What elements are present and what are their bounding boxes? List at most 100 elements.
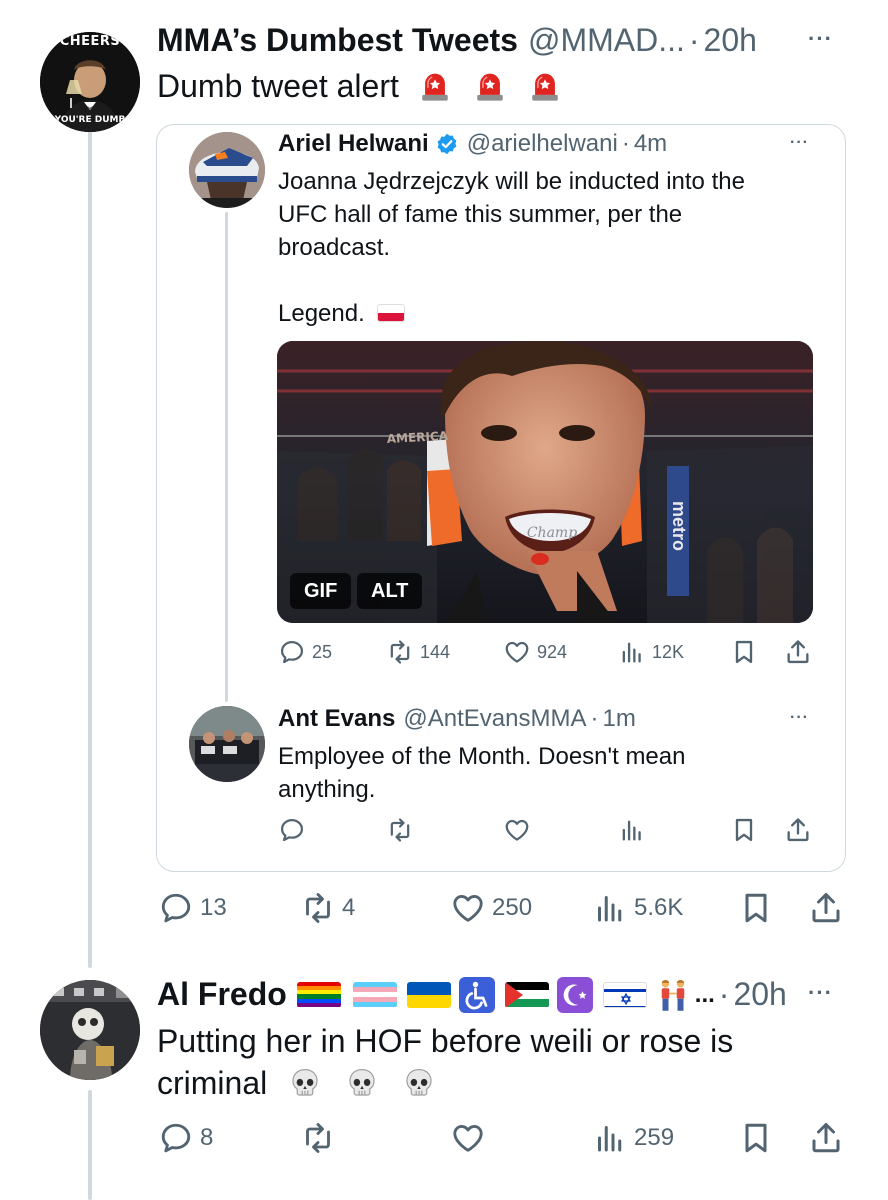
avatar-al-fredo[interactable]: [40, 980, 140, 1080]
view-count: 12K: [652, 641, 685, 662]
view-count: 5.6K: [634, 894, 684, 921]
quoted-share-button[interactable]: [784, 638, 812, 666]
reply-post-header: Al Fredo ... · 20h: [157, 976, 787, 1013]
reply-display-name[interactable]: Al Fredo: [157, 976, 287, 1013]
repost-icon: [386, 816, 414, 844]
quoted-reply-text: Employee of the Month. Doesn't mean anyt…: [278, 740, 685, 806]
separator-dot: ·: [688, 22, 700, 58]
like-icon: [450, 890, 486, 926]
avatar-top-caption: CHEERS: [59, 34, 121, 49]
siren-icon: [418, 68, 452, 102]
rainbow-flag-icon: [296, 981, 341, 1008]
quoted-reply-button[interactable]: 25: [278, 638, 332, 666]
reply-time[interactable]: 20h: [733, 976, 786, 1013]
views-icon: [592, 890, 628, 926]
main-reply-button[interactable]: 13: [158, 890, 227, 926]
quoted-reply-views-button[interactable]: [618, 816, 646, 844]
main-repost-button[interactable]: 4: [300, 890, 355, 926]
alt-text-button[interactable]: ALT: [357, 573, 423, 609]
quoted-reply-text-line: Employee of the Month. Doesn't mean: [278, 743, 686, 770]
avatar-ariel-helwani[interactable]: [189, 132, 265, 208]
quoted-display-name[interactable]: Ariel Helwani: [278, 130, 429, 158]
main-more-icon[interactable]: ···: [808, 26, 833, 52]
reply-share-button[interactable]: [808, 1120, 844, 1156]
main-post-text: Dumb tweet alert: [157, 66, 562, 106]
bookmark-icon: [730, 816, 758, 844]
main-time[interactable]: 20h: [704, 22, 757, 59]
main-post-text-content: Dumb tweet alert: [157, 68, 399, 104]
reply-more-icon[interactable]: ···: [808, 980, 833, 1006]
quoted-reply-more-icon[interactable]: ···: [790, 709, 809, 727]
avatar-mma-dumbest-tweets[interactable]: CHEERS YOU'RE DUMB: [40, 32, 140, 132]
reply-count: 13: [200, 894, 227, 921]
quoted-time[interactable]: 4m: [634, 130, 667, 158]
israel-flag-icon: [602, 981, 647, 1008]
quoted-reply-share-button[interactable]: [784, 816, 812, 844]
avatar-image: [189, 132, 265, 208]
main-handle[interactable]: @MMAD...: [528, 22, 685, 59]
reply-icon: [158, 1120, 194, 1156]
skull-icon: [402, 1066, 436, 1100]
main-share-button[interactable]: [808, 890, 844, 926]
thread-line-reply: [88, 1090, 92, 1200]
reply-icon: [278, 638, 306, 666]
main-display-name[interactable]: MMA’s Dumbest Tweets: [157, 22, 518, 59]
transgender-flag-icon: [352, 981, 397, 1008]
quoted-reply-display-name[interactable]: Ant Evans: [278, 705, 395, 733]
main-like-button[interactable]: 250: [450, 890, 532, 926]
quoted-handle[interactable]: @arielhelwani: [467, 130, 618, 158]
mouthguard-text: Champ: [527, 525, 577, 541]
bookmark-icon: [730, 638, 758, 666]
quoted-bookmark-button[interactable]: [730, 638, 758, 666]
share-icon: [808, 1120, 844, 1156]
arena-sign-right: metro: [669, 501, 689, 551]
bookmark-icon: [738, 890, 774, 926]
reply-text-line: criminal: [157, 1065, 268, 1101]
quoted-text-line: Legend.: [278, 300, 365, 327]
quoted-reply-bookmark-button[interactable]: [730, 816, 758, 844]
reply-views-button[interactable]: 259: [592, 1120, 674, 1156]
repost-count: 144: [420, 641, 451, 662]
repost-icon: [300, 890, 336, 926]
palestine-triangle: [504, 981, 523, 1008]
star-and-crescent-icon: [556, 976, 593, 1013]
quoted-reply-reply-button[interactable]: [278, 816, 306, 844]
reply-repost-button[interactable]: [300, 1120, 336, 1156]
avatar-bottom-caption: YOU'RE DUMB: [54, 115, 126, 125]
quoted-reply-header: Ant Evans @AntEvansMMA · 1m: [278, 705, 636, 733]
thread-line-main: [88, 126, 92, 968]
verified-badge-icon[interactable]: [435, 132, 459, 156]
israel-flag-glyph: [603, 988, 646, 1007]
two-men-glyph: [661, 979, 685, 1011]
like-count: 250: [492, 894, 533, 921]
main-bookmark-button[interactable]: [738, 890, 774, 926]
like-icon: [503, 638, 531, 666]
share-icon: [784, 638, 812, 666]
main-views-button[interactable]: 5.6K: [592, 890, 683, 926]
quoted-reply-repost-button[interactable]: [386, 816, 414, 844]
main-post-header: MMA’s Dumbest Tweets @MMAD... · 20h: [157, 22, 757, 59]
quoted-like-button[interactable]: 924: [503, 638, 567, 666]
quoted-reply-handle[interactable]: @AntEvansMMA: [403, 705, 586, 733]
quoted-repost-button[interactable]: 144: [386, 638, 450, 666]
reply-like-button[interactable]: [450, 1120, 486, 1156]
skull-icon: [288, 1066, 322, 1100]
reply-bookmark-button[interactable]: [738, 1120, 774, 1156]
siren-icon: [473, 68, 507, 102]
separator-dot: ·: [718, 976, 730, 1012]
star-crescent-glyph: [563, 984, 587, 1005]
bookmark-icon: [738, 1120, 774, 1156]
quoted-text-line: UFC hall of fame this summer, per the: [278, 201, 683, 228]
avatar-image: [189, 706, 265, 782]
avatar-image: [40, 980, 140, 1080]
quoted-more-icon[interactable]: ···: [790, 134, 809, 152]
quoted-reply-like-button[interactable]: [503, 816, 531, 844]
quoted-views-button[interactable]: 12K: [618, 638, 684, 666]
repost-count: 4: [342, 894, 356, 921]
quoted-reply-time[interactable]: 1m: [602, 705, 635, 733]
views-icon: [592, 1120, 628, 1156]
avatar-ant-evans[interactable]: [189, 706, 265, 782]
ukraine-flag-icon: [406, 981, 451, 1008]
views-icon: [618, 816, 646, 844]
reply-reply-button[interactable]: 8: [158, 1120, 213, 1156]
